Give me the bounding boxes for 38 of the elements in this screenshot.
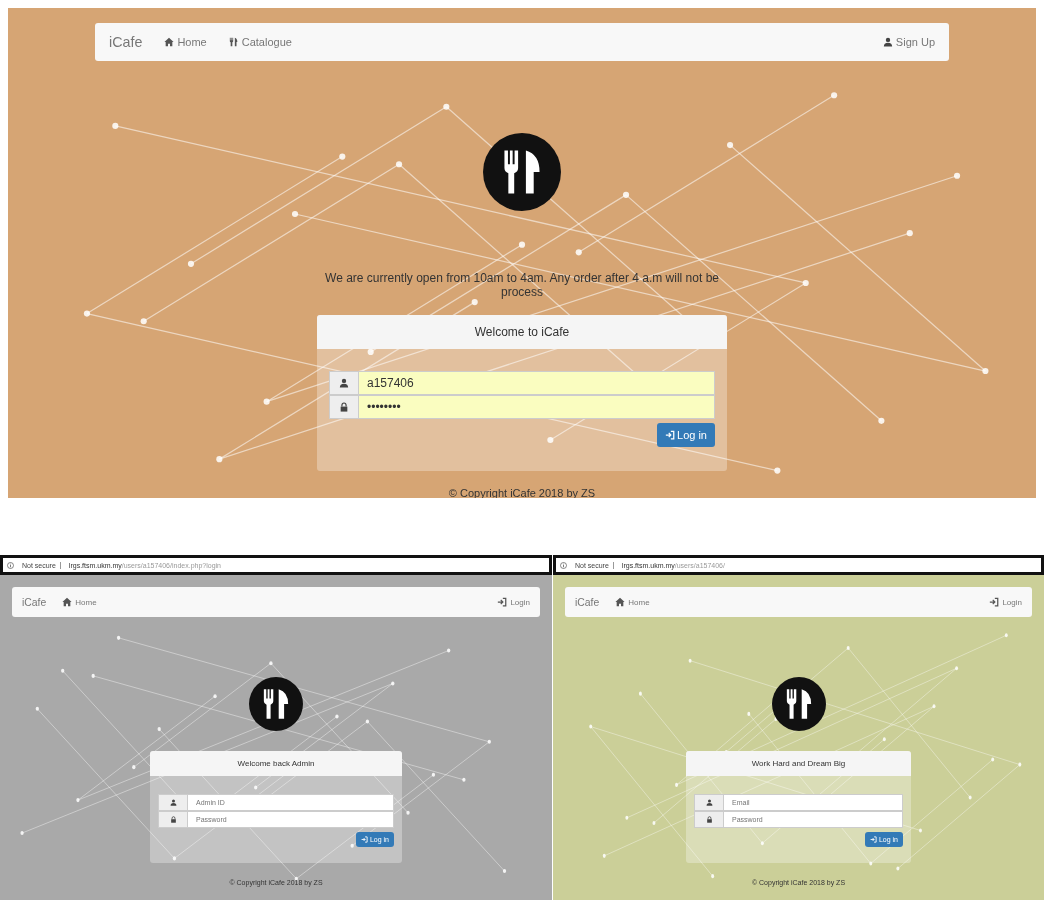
login-panel-title: Welcome to iCafe <box>317 315 727 349</box>
brand-link[interactable]: iCafe <box>109 34 143 50</box>
user-icon <box>705 799 713 806</box>
fork-knife-logo-icon <box>483 133 561 211</box>
home-icon <box>62 597 73 607</box>
nav-link[interactable]: Home <box>62 597 97 607</box>
login-panel-title: Welcome back Admin <box>150 751 402 776</box>
brand-link[interactable]: iCafe <box>575 596 600 608</box>
login-icon <box>869 836 877 843</box>
user-icon <box>882 37 893 47</box>
input-field[interactable]: •••••••• <box>358 395 715 419</box>
nav-link[interactable]: Sign Up <box>882 36 935 48</box>
home-icon <box>615 597 626 607</box>
login-icon <box>497 597 508 607</box>
home-icon <box>164 37 175 47</box>
lock-icon <box>705 816 713 823</box>
lock-icon <box>169 816 177 823</box>
user-icon <box>339 378 349 388</box>
fork-knife-logo-icon <box>771 677 826 731</box>
nav-link[interactable]: Catalogue <box>228 36 292 48</box>
login-icon <box>989 597 1000 607</box>
fork-knife-icon <box>228 37 239 47</box>
login-button[interactable]: Log in <box>657 423 715 447</box>
input-field[interactable]: a157406 <box>358 371 715 395</box>
login-panel-title: Work Hard and Dream Big <box>686 751 911 776</box>
nav-link[interactable]: Login <box>989 597 1022 607</box>
nav-link[interactable]: Home <box>615 597 650 607</box>
user-icon <box>169 799 177 806</box>
opening-hours-notice: We are currently open from 10am to 4am. Any order after 4 a.m will not be process <box>324 271 720 299</box>
nav-link[interactable]: Login <box>497 597 530 607</box>
login-icon <box>665 430 675 440</box>
nav-link[interactable]: Home <box>164 36 207 48</box>
login-icon <box>360 836 368 843</box>
info-icon[interactable] <box>560 561 567 569</box>
brand-link[interactable]: iCafe <box>22 596 47 608</box>
fork-knife-logo-icon <box>249 677 303 731</box>
lock-icon <box>339 402 349 412</box>
info-icon[interactable] <box>7 561 14 569</box>
